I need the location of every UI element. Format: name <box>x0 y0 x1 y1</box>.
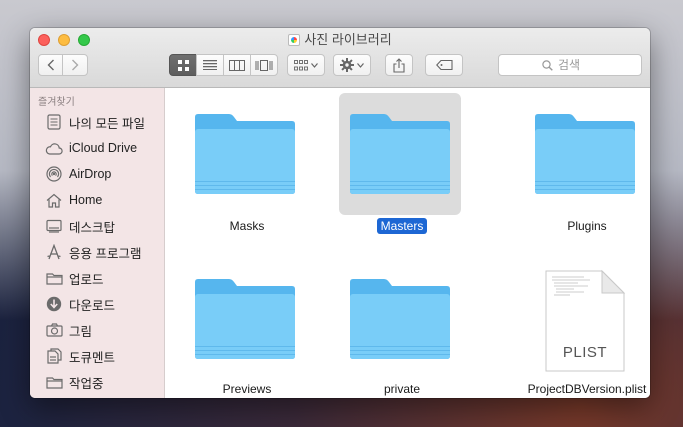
chevron-down-icon <box>311 62 318 68</box>
icon-view-icon <box>177 59 189 71</box>
column-view-button[interactable] <box>223 54 251 76</box>
list-view-icon <box>203 60 217 70</box>
sidebar-item-label: 그림 <box>69 324 93 339</box>
sidebar-item-upload[interactable]: 업로드 <box>45 267 163 289</box>
file-name: Masters <box>319 218 485 234</box>
folder-icon <box>45 269 63 287</box>
airdrop-icon <box>45 165 63 183</box>
sidebar-item-label: 작업중 <box>69 376 104 391</box>
folder-icon <box>339 258 461 380</box>
sidebar-item-pictures[interactable]: 그림 <box>45 319 163 341</box>
sidebar-item-all-my-files[interactable]: 나의 모든 파일 <box>45 111 163 133</box>
cover-flow-button[interactable] <box>250 54 278 76</box>
chevron-right-icon <box>72 59 79 71</box>
sidebar-item-downloads[interactable]: 다운로드 <box>45 293 163 315</box>
share-button[interactable] <box>385 54 413 76</box>
plist-document-icon: PLIST <box>524 258 646 380</box>
sidebar-item-desktop[interactable]: 데스크탑 <box>45 215 163 237</box>
file-name: Plugins <box>567 219 607 233</box>
sidebar-item-label: 업로드 <box>69 272 104 287</box>
document-type-label: PLIST <box>562 344 608 361</box>
applications-icon <box>45 243 63 261</box>
sidebar-item-icloud-drive[interactable]: iCloud Drive <box>45 137 163 159</box>
sidebar-item-label: iCloud Drive <box>69 141 138 155</box>
tag-icon <box>435 60 453 70</box>
desktop-icon <box>45 217 63 235</box>
file-name: private <box>383 382 421 396</box>
forward-button[interactable] <box>62 54 88 76</box>
download-icon <box>45 295 63 313</box>
finder-window: 사진 라이브러리 검색 즐겨찾기 나의 모든 파일 iCloud Drive A… <box>30 28 650 398</box>
sidebar-item-label: 나의 모든 파일 <box>69 116 145 131</box>
icon-view-button[interactable] <box>169 54 197 76</box>
sidebar-item-label: AirDrop <box>69 167 112 181</box>
sidebar-item-home[interactable]: Home <box>45 189 163 211</box>
file-name: Previews <box>222 382 272 396</box>
folder-icon <box>184 258 306 380</box>
folder-icon <box>184 93 306 215</box>
title-bar: 사진 라이브러리 <box>30 28 650 88</box>
documents-icon <box>45 347 63 365</box>
list-view-button[interactable] <box>196 54 224 76</box>
action-menu-button[interactable] <box>333 54 371 76</box>
back-button[interactable] <box>38 54 63 76</box>
search-field[interactable] <box>498 54 642 76</box>
chevron-down-icon <box>357 62 364 68</box>
folder-icon <box>339 93 461 215</box>
sidebar-section-favorites: 즐겨찾기 <box>38 97 75 108</box>
sidebar-item-documents[interactable]: 도큐멘트 <box>45 345 163 367</box>
folder-icon <box>45 373 63 391</box>
search-input[interactable] <box>558 58 598 72</box>
sidebar-item-label: 데스크탑 <box>69 220 116 235</box>
tag-button[interactable] <box>425 54 463 76</box>
file-name: ProjectDBVersion.plist <box>527 382 647 396</box>
photos-library-icon <box>288 34 301 46</box>
all-files-icon <box>45 113 63 131</box>
share-icon <box>393 57 405 73</box>
window-title: 사진 라이브러리 <box>30 32 650 48</box>
file-icon-view: Masks Masters Plugins Previews private P… <box>165 88 650 398</box>
cover-flow-icon <box>255 59 273 71</box>
sidebar-item-label: 도큐멘트 <box>69 350 116 365</box>
sidebar-item-label: 응용 프로그램 <box>69 246 142 261</box>
home-icon <box>45 191 63 209</box>
camera-icon <box>45 321 63 339</box>
sidebar-item-airdrop[interactable]: AirDrop <box>45 163 163 185</box>
sidebar-item-work-in-progress[interactable]: 작업중 <box>45 371 163 393</box>
sidebar-item-label: Home <box>69 193 103 207</box>
sidebar-item-label: 다운로드 <box>69 298 116 313</box>
sidebar: 즐겨찾기 나의 모든 파일 iCloud Drive AirDrop Home <box>30 88 165 398</box>
arrange-grid-icon <box>294 59 308 70</box>
search-icon <box>542 59 553 71</box>
arrange-button[interactable] <box>287 54 325 76</box>
file-name: Masks <box>229 219 265 233</box>
sidebar-item-applications[interactable]: 응용 프로그램 <box>45 241 163 263</box>
gear-icon <box>340 58 354 72</box>
column-view-icon <box>229 59 245 71</box>
window-title-text: 사진 라이브러리 <box>304 32 392 47</box>
chevron-left-icon <box>47 59 54 71</box>
history-navigation <box>38 54 88 76</box>
cloud-icon <box>45 139 63 157</box>
view-mode-selector <box>169 54 279 76</box>
folder-icon <box>524 93 646 215</box>
